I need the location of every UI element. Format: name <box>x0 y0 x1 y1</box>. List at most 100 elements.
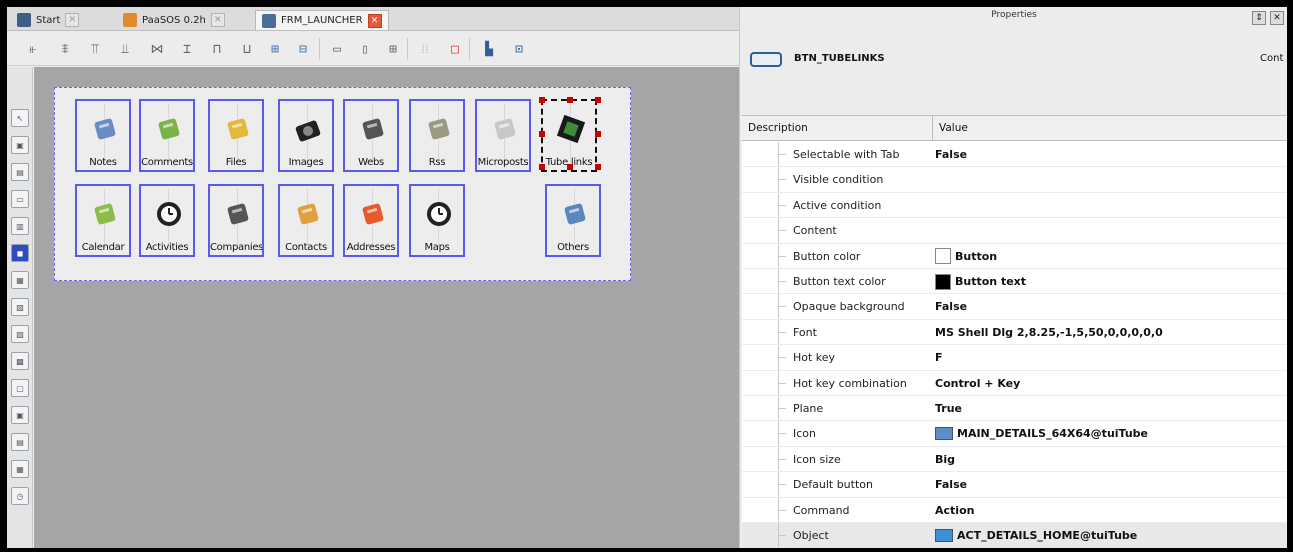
calendar-icon <box>90 199 120 229</box>
space-h-icon[interactable]: ⋈ <box>147 39 167 59</box>
center-v-icon[interactable]: ⊟ <box>293 39 313 59</box>
property-row-icon-size[interactable]: Icon size Big <box>742 446 1287 473</box>
property-row-button-color[interactable]: Button color Button <box>742 243 1287 269</box>
launcher-form[interactable]: Notes Comments Files Images Webs Rss Micropost… <box>54 87 631 281</box>
launcher-button-rss[interactable]: Rss <box>409 99 465 172</box>
frame-tool[interactable]: ▭ <box>11 190 29 208</box>
form-tool[interactable]: ▤ <box>11 163 29 181</box>
property-row-object[interactable]: Object ACT_DETAILS_HOME@tuiTube <box>742 523 1287 548</box>
property-row-icon[interactable]: Icon MAIN_DETAILS_64X64@tuiTube <box>742 421 1287 447</box>
close-icon[interactable]: ✕ <box>210 13 225 27</box>
property-value[interactable]: True <box>935 396 962 421</box>
pointer-tool[interactable]: ↖ <box>11 109 29 127</box>
button-tool[interactable]: ◼ <box>11 244 29 262</box>
launcher-button-addresses[interactable]: Addresses <box>343 184 399 257</box>
resize-handle[interactable] <box>567 164 573 170</box>
launcher-button-maps[interactable]: Maps <box>409 184 465 257</box>
property-row-font[interactable]: Font MS Shell Dlg 2,8.25,-1,5,50,0,0,0,0,… <box>742 319 1287 346</box>
property-row-hot-key-combination[interactable]: Hot key combination Control + Key <box>742 370 1287 396</box>
resize-handle[interactable] <box>539 164 545 170</box>
launcher-button-contacts[interactable]: Contacts <box>278 184 334 257</box>
hide-field-icon[interactable]: ▭ <box>327 39 347 59</box>
align-left-icon[interactable]: ⫦ <box>23 39 43 59</box>
property-value[interactable]: False <box>935 142 967 167</box>
close-icon[interactable]: ✕ <box>65 13 80 27</box>
launcher-button-tube-links[interactable]: Tube links <box>539 97 601 172</box>
property-value[interactable]: False <box>935 294 967 319</box>
grid-tool[interactable]: ▣ <box>11 406 29 424</box>
property-value[interactable]: Control + Key <box>935 371 1020 396</box>
launcher-button-microposts[interactable]: Microposts <box>475 99 531 172</box>
launcher-button-images[interactable]: Images <box>278 99 334 172</box>
design-canvas[interactable]: Notes Comments Files Images Webs Rss Micropost… <box>34 67 739 548</box>
property-row-hot-key[interactable]: Hot key F <box>742 345 1287 371</box>
launcher-button-notes[interactable]: Notes <box>75 99 131 172</box>
launcher-button-companies[interactable]: Companies <box>208 184 264 257</box>
center-h-icon[interactable]: ⊞ <box>265 39 285 59</box>
property-row-visible-condition[interactable]: Visible condition <box>742 167 1287 193</box>
tab-frm-launcher[interactable]: FRM_LAUNCHER ✕ <box>255 10 389 30</box>
property-row-plane[interactable]: Plane True <box>742 396 1287 422</box>
property-value[interactable]: ACT_DETAILS_HOME@tuiTube <box>935 523 1137 548</box>
date-tool[interactable]: ▩ <box>11 352 29 370</box>
image-tool[interactable]: ▣ <box>11 136 29 154</box>
property-value[interactable]: Big <box>935 447 955 472</box>
align-center-h-icon[interactable]: ⩨ <box>55 39 75 59</box>
dotted-grid-icon[interactable]: ⁞⁞ <box>415 39 435 59</box>
property-row-content[interactable]: Content <box>742 218 1287 244</box>
launcher-button-calendar[interactable]: Calendar <box>75 184 131 257</box>
property-value[interactable]: Button <box>935 244 997 269</box>
resize-handle[interactable] <box>595 131 601 137</box>
grid-icon[interactable]: ⊞ <box>383 39 403 59</box>
order-icon[interactable]: ▙ <box>479 39 499 59</box>
property-value[interactable]: F <box>935 345 943 370</box>
same-width-icon[interactable]: ⊓ <box>207 39 227 59</box>
resize-handle[interactable] <box>539 131 545 137</box>
launcher-button-files[interactable]: Files <box>208 99 264 172</box>
close-icon[interactable]: ✕ <box>367 13 382 28</box>
space-v-icon[interactable]: ⌶ <box>177 39 197 59</box>
property-row-opaque-background[interactable]: Opaque background False <box>742 294 1287 320</box>
group-tool[interactable]: ▥ <box>11 217 29 235</box>
align-bottom-icon[interactable]: ⫫ <box>115 39 135 59</box>
tree-tool[interactable]: ▤ <box>11 433 29 451</box>
hide-label-icon[interactable]: ▯ <box>355 39 375 59</box>
property-row-button-text-color[interactable]: Button text color Button text <box>742 269 1287 295</box>
close-icon[interactable]: ✕ <box>1270 11 1284 25</box>
resize-handle[interactable] <box>595 164 601 170</box>
color-swatch[interactable] <box>935 248 951 265</box>
property-value[interactable]: MS Shell Dlg 2,8.25,-1,5,50,0,0,0,0,0 <box>935 320 1163 345</box>
align-top-icon[interactable]: ⫪ <box>85 39 105 59</box>
property-row-command[interactable]: Command Action <box>742 497 1287 523</box>
input-tool[interactable]: ▨ <box>11 325 29 343</box>
property-value[interactable]: Button text <box>935 269 1026 294</box>
property-value[interactable]: MAIN_DETAILS_64X64@tuiTube <box>935 421 1148 446</box>
tab-order-icon[interactable]: ⊡ <box>509 39 529 59</box>
property-row-active-condition[interactable]: Active condition <box>742 192 1287 219</box>
frame-icon[interactable]: □ <box>445 39 465 59</box>
value-header[interactable]: Value <box>933 116 1287 140</box>
property-value[interactable]: False <box>935 472 967 497</box>
launcher-button-others[interactable]: Others <box>545 184 601 257</box>
launcher-button-comments[interactable]: Comments <box>139 99 195 172</box>
tab-start[interactable]: Start ✕ <box>11 10 85 30</box>
color-swatch[interactable] <box>935 273 951 290</box>
resize-handle[interactable] <box>539 97 545 103</box>
launcher-button-webs[interactable]: Webs <box>343 99 399 172</box>
float-icon[interactable]: ⇕ <box>1252 11 1266 25</box>
clock-tool[interactable]: ◷ <box>11 487 29 505</box>
same-height-icon[interactable]: ⊔ <box>237 39 257 59</box>
edit-tool[interactable]: ▦ <box>11 271 29 289</box>
list-tool[interactable]: ▢ <box>11 379 29 397</box>
launcher-button-label: Files <box>225 157 247 168</box>
table-tool[interactable]: ▦ <box>11 460 29 478</box>
label-tool[interactable]: ▧ <box>11 298 29 316</box>
resize-handle[interactable] <box>567 97 573 103</box>
launcher-button-activities[interactable]: Activities <box>139 184 195 257</box>
property-value[interactable]: Action <box>935 498 974 523</box>
description-header[interactable]: Description <box>742 116 933 140</box>
property-row-default-button[interactable]: Default button False <box>742 472 1287 498</box>
tab-paasos[interactable]: PaaSOS 0.2h ✕ <box>117 10 231 30</box>
resize-handle[interactable] <box>595 97 601 103</box>
property-row-selectable-with-tab[interactable]: Selectable with Tab False <box>742 142 1287 168</box>
